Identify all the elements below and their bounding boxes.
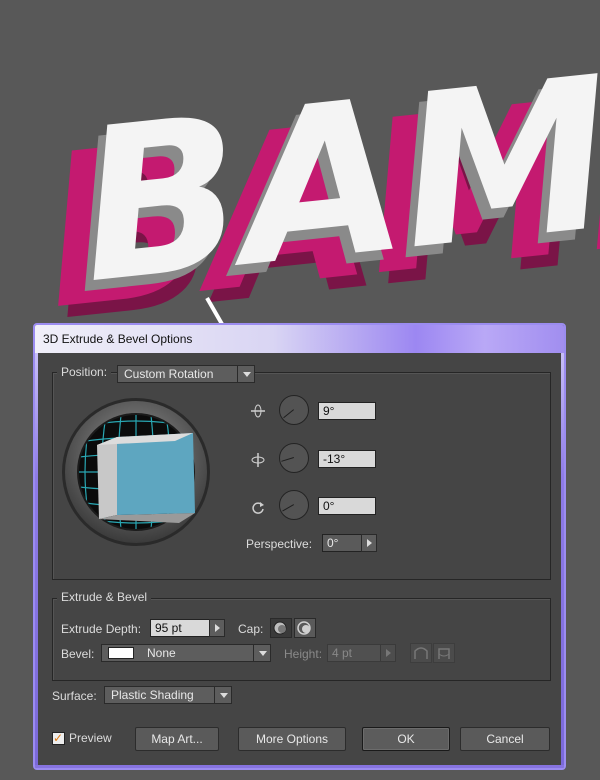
extrude-depth-field[interactable]: 95 pt [150, 619, 210, 637]
extrude-bevel-legend: Extrude & Bevel [57, 590, 152, 604]
extrude-depth-slider-button[interactable] [209, 619, 225, 637]
perspective-label: Perspective: [246, 537, 313, 551]
dialog-frame-right [561, 353, 564, 768]
pointer-arrow-icon [205, 297, 238, 350]
surface-label: Surface: [52, 689, 97, 703]
cap-on-button[interactable] [270, 618, 292, 638]
chevron-down-icon [253, 645, 270, 661]
x-axis-rotation-field[interactable]: 9° [318, 402, 376, 420]
rotation-trackball[interactable] [61, 397, 211, 547]
perspective-field[interactable]: 0° [322, 534, 362, 552]
bevel-label: Bevel: [61, 647, 95, 661]
map-art-button[interactable]: Map Art... [135, 727, 219, 751]
extrude-depth-label: Extrude Depth: [61, 622, 142, 636]
bevel-preview-swatch [108, 647, 134, 659]
ok-button[interactable]: OK [362, 727, 450, 751]
dialog-title[interactable]: 3D Extrude & Bevel Options [35, 325, 564, 353]
cap-off-button[interactable] [294, 618, 316, 638]
z-axis-dial-needle [282, 504, 294, 512]
perspective-slider-button[interactable] [361, 534, 377, 552]
position-label: Position: [57, 365, 112, 379]
rotate-z-axis-icon [252, 502, 264, 514]
bevel-in-button[interactable] [433, 643, 455, 663]
more-options-button[interactable]: More Options [238, 727, 346, 751]
surface-dropdown[interactable]: Plastic Shading [104, 686, 232, 704]
extrude-bevel-panel [52, 598, 551, 681]
extrude-bevel-dialog: 3D Extrude & Bevel Options Position: Cus… [33, 323, 566, 770]
y-axis-dial-needle [281, 457, 294, 462]
y-axis-dial[interactable] [279, 443, 309, 473]
checkmark-icon: ✓ [53, 731, 64, 745]
chevron-down-icon [214, 687, 231, 703]
bevel-out-button[interactable] [410, 643, 432, 663]
position-value: Custom Rotation [124, 367, 214, 381]
surface-value: Plastic Shading [111, 688, 194, 702]
chevron-down-icon [237, 366, 254, 382]
rotate-y-axis-icon [251, 453, 265, 467]
z-axis-dial[interactable] [279, 490, 309, 520]
height-label: Height: [284, 647, 323, 661]
cap-on-icon [273, 621, 287, 635]
bevel-value: None [147, 646, 176, 660]
bevel-out-icon [414, 647, 428, 659]
cancel-button[interactable]: Cancel [460, 727, 550, 751]
preview-cube [97, 433, 195, 523]
cap-label: Cap: [238, 622, 264, 636]
bevel-in-icon [438, 648, 450, 659]
preview-checkbox[interactable]: ✓ [52, 731, 65, 745]
x-axis-dial[interactable] [279, 395, 309, 425]
bevel-dropdown[interactable]: None [101, 644, 271, 662]
position-dropdown[interactable]: Custom Rotation [117, 365, 255, 383]
y-axis-rotation-field[interactable]: -13° [318, 450, 376, 468]
z-axis-rotation-field[interactable]: 0° [318, 497, 376, 515]
height-field[interactable]: 4 pt [327, 644, 381, 662]
preview-label[interactable]: Preview [69, 731, 112, 745]
dialog-frame-left [35, 353, 38, 768]
x-axis-dial-needle [283, 409, 294, 419]
dialog-frame-bottom [35, 765, 564, 768]
height-slider-button[interactable] [380, 644, 396, 662]
cap-off-icon [297, 621, 311, 635]
rotate-x-axis-icon [251, 404, 265, 418]
